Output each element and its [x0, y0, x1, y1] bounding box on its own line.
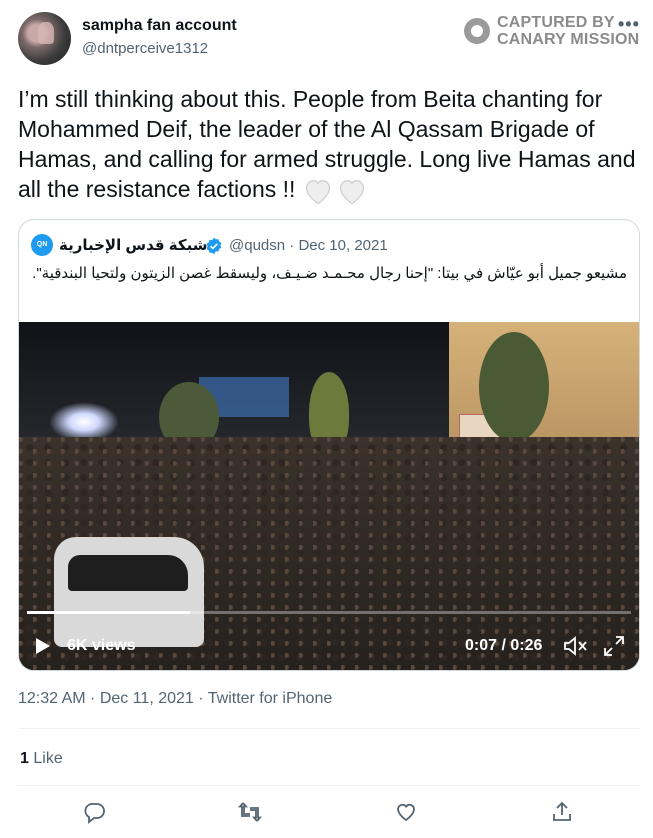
avatar[interactable] [18, 12, 71, 65]
heart-emojis [302, 177, 368, 205]
reply-icon[interactable] [82, 800, 106, 824]
quoted-tweet[interactable]: QN شبكة قدس الإخبارية @qudsn · Dec 10, 2… [18, 219, 640, 671]
mute-icon[interactable] [563, 635, 589, 657]
divider [18, 785, 640, 786]
likes-count[interactable]: 1 Like [20, 750, 63, 768]
white-heart-icon [339, 180, 364, 205]
action-bar [0, 800, 653, 826]
quoted-avatar[interactable]: QN [31, 234, 53, 256]
canary-mission-watermark: CAPTURED BY CANARY MISSION [464, 14, 639, 48]
display-name[interactable]: sampha fan account [82, 17, 237, 35]
video-time: 0:07 / 0:26 [465, 637, 543, 654]
verified-badge-icon [206, 237, 222, 255]
quoted-meta: @qudsn · Dec 10, 2021 [229, 237, 388, 254]
likes-number: 1 [20, 750, 29, 767]
likes-label: Like [33, 750, 63, 767]
retweet-icon[interactable] [238, 800, 262, 824]
quoted-tweet-header: QN شبكة قدس الإخبارية @qudsn · Dec 10, 2… [19, 234, 639, 258]
quoted-display-name[interactable]: شبكة قدس الإخبارية [59, 236, 207, 254]
video-player[interactable]: 6K views 0:07 / 0:26 [19, 322, 639, 670]
tweet-timestamp[interactable]: 12:32 AM · Dec 11, 2021 · Twitter for iP… [18, 690, 332, 708]
like-icon[interactable] [394, 800, 418, 824]
canary-logo-icon [464, 18, 490, 44]
quoted-date[interactable]: Dec 10, 2021 [298, 237, 387, 254]
tweet-text-block: I’m still thinking about this. People fr… [18, 84, 643, 205]
quoted-text: مشيعو جميل أبو عيّاش في بيتا: "إحنا رجال… [32, 265, 627, 282]
video-progress-bar[interactable] [27, 611, 631, 614]
meta-separator: · [289, 237, 295, 254]
play-icon[interactable] [35, 637, 51, 655]
quoted-handle[interactable]: @qudsn [229, 237, 285, 254]
fullscreen-icon[interactable] [603, 635, 625, 657]
handle[interactable]: @dntperceive1312 [82, 40, 208, 57]
more-icon[interactable]: ••• [618, 14, 640, 35]
video-progress-fill [27, 611, 191, 614]
share-icon[interactable] [550, 800, 574, 824]
video-views: 6K views [67, 637, 136, 654]
divider [18, 728, 640, 729]
white-heart-icon [305, 180, 330, 205]
